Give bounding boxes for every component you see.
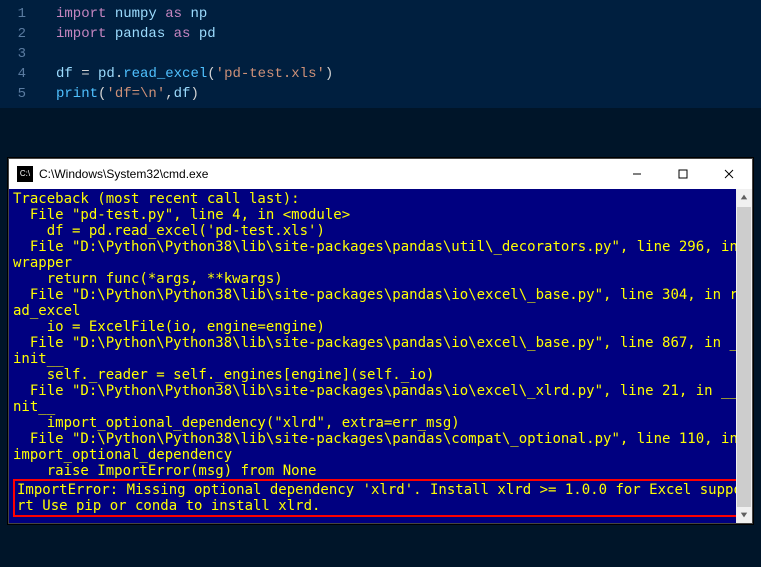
line-number: 4 <box>0 64 30 84</box>
terminal-title: C:\Windows\System32\cmd.exe <box>39 167 614 181</box>
terminal-titlebar[interactable]: C:\ C:\Windows\System32\cmd.exe <box>9 159 752 189</box>
traceback-line: File "pd-test.py", line 4, in <module> <box>13 207 748 223</box>
terminal-scrollbar[interactable] <box>736 189 752 523</box>
traceback-line: Traceback (most recent call last): <box>13 191 748 207</box>
code-content: import numpy as np <box>30 4 207 24</box>
scroll-up-button[interactable] <box>736 189 752 205</box>
scroll-down-button[interactable] <box>736 507 752 523</box>
terminal-window: C:\ C:\Windows\System32\cmd.exe Tracebac… <box>8 158 753 524</box>
line-number: 2 <box>0 24 30 44</box>
code-line[interactable]: 3 <box>0 44 761 64</box>
cmd-icon: C:\ <box>17 166 33 182</box>
traceback-line: return func(*args, **kwargs) <box>13 271 748 287</box>
code-content: df = pd.read_excel('pd-test.xls') <box>30 64 333 84</box>
close-button[interactable] <box>706 159 752 189</box>
code-line[interactable]: 4df = pd.read_excel('pd-test.xls') <box>0 64 761 84</box>
traceback-line: File "D:\Python\Python38\lib\site-packag… <box>13 287 748 319</box>
traceback-line: File "D:\Python\Python38\lib\site-packag… <box>13 239 748 271</box>
code-content: import pandas as pd <box>30 24 216 44</box>
code-content: print('df=\n',df) <box>30 84 199 104</box>
error-highlight: ImportError: Missing optional dependency… <box>13 479 748 517</box>
traceback-line: self._reader = self._engines[engine](sel… <box>13 367 748 383</box>
traceback-line: File "D:\Python\Python38\lib\site-packag… <box>13 335 748 367</box>
minimize-button[interactable] <box>614 159 660 189</box>
traceback-line: File "D:\Python\Python38\lib\site-packag… <box>13 431 748 463</box>
code-editor-pane: 1import numpy as np2import pandas as pd3… <box>0 0 761 108</box>
traceback-line: import_optional_dependency("xlrd", extra… <box>13 415 748 431</box>
code-line[interactable]: 5print('df=\n',df) <box>0 84 761 104</box>
line-number: 5 <box>0 84 30 104</box>
code-content <box>30 44 56 64</box>
traceback-line: df = pd.read_excel('pd-test.xls') <box>13 223 748 239</box>
line-number: 3 <box>0 44 30 64</box>
traceback-line: io = ExcelFile(io, engine=engine) <box>13 319 748 335</box>
line-number: 1 <box>0 4 30 24</box>
terminal-output[interactable]: Traceback (most recent call last): File … <box>9 189 752 523</box>
scroll-thumb[interactable] <box>737 207 751 507</box>
window-controls <box>614 159 752 189</box>
code-line[interactable]: 2import pandas as pd <box>0 24 761 44</box>
traceback-line: raise ImportError(msg) from None <box>13 463 748 479</box>
code-line[interactable]: 1import numpy as np <box>0 4 761 24</box>
maximize-button[interactable] <box>660 159 706 189</box>
traceback-line: File "D:\Python\Python38\lib\site-packag… <box>13 383 748 415</box>
